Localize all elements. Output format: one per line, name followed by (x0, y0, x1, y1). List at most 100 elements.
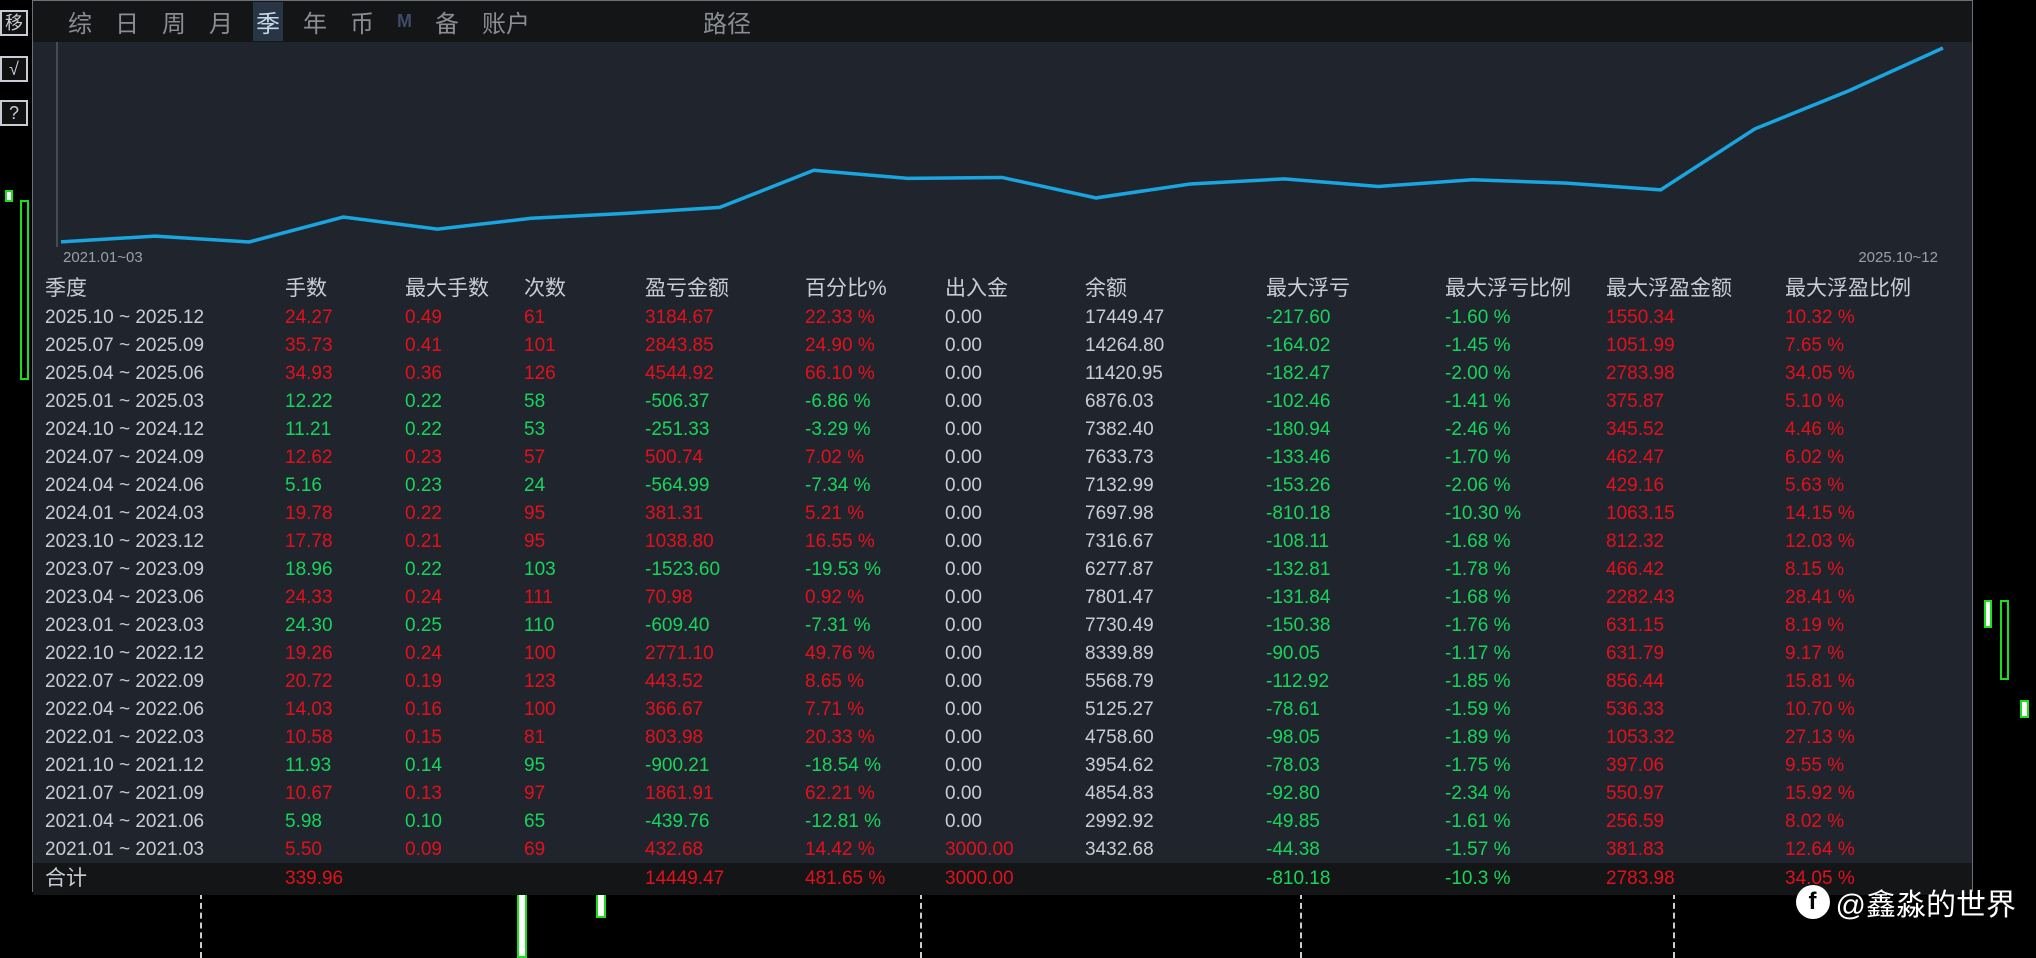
table-row[interactable]: 2025.04 ~ 2025.06 34.93 0.36 126 4544.92 66.1… (33, 360, 1972, 388)
x-tick-label: 2021.01~03 (63, 249, 143, 266)
grid-line (1673, 893, 1675, 958)
table-cell: -90.05 (1266, 643, 1320, 664)
table-cell: -102.46 (1266, 391, 1331, 412)
table-row[interactable]: 2021.01 ~ 2021.03 5.50 0.09 69 432.68 14.42 %… (33, 836, 1972, 864)
tab-3[interactable]: 月 (206, 2, 236, 41)
table-row[interactable]: 2023.10 ~ 2023.12 17.78 0.21 95 1038.80 16.55… (33, 528, 1972, 556)
table-cell: 0.14 (405, 755, 442, 776)
table-cell: -2.06 % (1445, 475, 1511, 496)
table-cell: 103 (524, 559, 556, 580)
column-header: 出入金 (945, 277, 1008, 300)
table-cell: 15.81 % (1785, 671, 1855, 692)
candlestick (2000, 600, 2009, 680)
table-cell: 14.03 (285, 699, 333, 720)
table-cell: 0.13 (405, 783, 442, 804)
table-cell: 20.72 (285, 671, 333, 692)
table-cell: 2024.10 ~ 2024.12 (45, 419, 205, 440)
table-row[interactable]: 2022.01 ~ 2022.03 10.58 0.15 81 803.98 20.33 … (33, 724, 1972, 752)
column-header: 最大浮盈比例 (1785, 277, 1911, 300)
table-cell: 3000.00 (945, 839, 1014, 860)
grid-line (1300, 893, 1302, 958)
table-cell: 0.00 (945, 419, 982, 440)
table-cell: -1.70 % (1445, 447, 1511, 468)
tab-9[interactable]: 账户 (479, 2, 533, 41)
table-cell: -19.53 % (805, 559, 882, 580)
candlestick (5, 190, 13, 202)
table-row[interactable]: 2021.04 ~ 2021.06 5.98 0.10 65 -439.76 -12.81… (33, 808, 1972, 836)
column-header: 余额 (1085, 277, 1127, 300)
tab-0[interactable]: 综 (65, 2, 95, 41)
table-cell: 856.44 (1606, 671, 1665, 692)
table-row[interactable]: 2024.07 ~ 2024.09 12.62 0.23 57 500.74 7.02 %… (33, 444, 1972, 472)
table-cell: 2022.07 ~ 2022.09 (45, 671, 205, 692)
table-cell: -6.86 % (805, 391, 871, 412)
table-cell: 0.92 % (805, 587, 865, 608)
table-cell: 7697.98 (1085, 503, 1154, 524)
table-cell: -92.80 (1266, 783, 1320, 804)
table-cell: 0.00 (945, 587, 982, 608)
table-cell: -132.81 (1266, 559, 1331, 580)
table-cell: 256.59 (1606, 811, 1665, 832)
table-row[interactable]: 2022.07 ~ 2022.09 20.72 0.19 123 443.52 8.65 … (33, 668, 1972, 696)
table-row[interactable]: 2023.01 ~ 2023.03 24.30 0.25 110 -609.40 -7.3… (33, 612, 1972, 640)
table-row[interactable]: 2025.07 ~ 2025.09 35.73 0.41 101 2843.85 24.9… (33, 332, 1972, 360)
help-button[interactable]: ? (0, 100, 28, 126)
table-cell: -182.47 (1266, 363, 1331, 384)
table-row[interactable]: 2024.01 ~ 2024.03 19.78 0.22 95 381.31 5.21 %… (33, 500, 1972, 528)
table-row[interactable]: 2024.04 ~ 2024.06 5.16 0.23 24 -564.99 -7.34 … (33, 472, 1972, 500)
table-cell: 0.19 (405, 671, 442, 692)
table-cell: 12.62 (285, 447, 333, 468)
table-cell: -18.54 % (805, 755, 882, 776)
table-cell: 812.32 (1606, 531, 1665, 552)
table-cell: 1063.15 (1606, 503, 1675, 524)
table-cell: 0.24 (405, 643, 442, 664)
table-row[interactable]: 2024.10 ~ 2024.12 11.21 0.22 53 -251.33 -3.29… (33, 416, 1972, 444)
table-row[interactable]: 2022.10 ~ 2022.12 19.26 0.24 100 2771.10 49.7… (33, 640, 1972, 668)
check-button[interactable]: √ (0, 56, 28, 82)
table-cell: 0.00 (945, 811, 982, 832)
tab-path[interactable]: 路径 (700, 2, 754, 41)
totals-cell: -810.18 (1266, 868, 1331, 889)
tab-5[interactable]: 年 (300, 2, 330, 41)
table-cell: 375.87 (1606, 391, 1665, 412)
table-cell: 3954.62 (1085, 755, 1154, 776)
table-cell: -12.81 % (805, 811, 882, 832)
table-cell: -251.33 (645, 419, 710, 440)
table-row[interactable]: 2023.04 ~ 2023.06 24.33 0.24 111 70.98 0.92 %… (33, 584, 1972, 612)
table-cell: -1.17 % (1445, 643, 1511, 664)
table-cell: 0.36 (405, 363, 442, 384)
move-button[interactable]: 移 (0, 10, 28, 36)
table-cell: 5.10 % (1785, 391, 1845, 412)
grid-line (920, 893, 922, 958)
table-cell: 1053.32 (1606, 727, 1675, 748)
table-cell: 0.00 (945, 671, 982, 692)
table-cell: 11420.95 (1085, 363, 1163, 384)
tab-6[interactable]: 币 (347, 2, 377, 41)
tab-8[interactable]: 备 (432, 2, 462, 41)
table-cell: 14.15 % (1785, 503, 1855, 524)
table-cell: 14.42 % (805, 839, 875, 860)
table-row[interactable]: 2021.10 ~ 2021.12 11.93 0.14 95 -900.21 -18.5… (33, 752, 1972, 780)
table-cell: 20.33 % (805, 727, 875, 748)
table-cell: 0.00 (945, 727, 982, 748)
table-cell: 12.64 % (1785, 839, 1855, 860)
table-cell: 0.00 (945, 699, 982, 720)
table-row[interactable]: 2025.01 ~ 2025.03 12.22 0.22 58 -506.37 -6.86… (33, 388, 1972, 416)
tab-2[interactable]: 周 (159, 2, 189, 41)
tab-7[interactable]: M (394, 9, 415, 34)
table-cell: 34.93 (285, 363, 333, 384)
table-row[interactable]: 2025.10 ~ 2025.12 24.27 0.49 61 3184.67 22.33… (33, 304, 1972, 332)
tab-1[interactable]: 日 (112, 2, 142, 41)
table-row[interactable]: 2021.07 ~ 2021.09 10.67 0.13 97 1861.91 62.21… (33, 780, 1972, 808)
table-cell: -44.38 (1266, 839, 1320, 860)
table-row[interactable]: 2022.04 ~ 2022.06 14.03 0.16 100 366.67 7.71 … (33, 696, 1972, 724)
table-cell: 4854.83 (1085, 783, 1154, 804)
table-cell: 0.00 (945, 615, 982, 636)
tab-4[interactable]: 季 (253, 2, 283, 41)
table-cell: 7.71 % (805, 699, 865, 720)
table-cell: -1.41 % (1445, 391, 1511, 412)
table-cell: 126 (524, 363, 556, 384)
table-row[interactable]: 2023.07 ~ 2023.09 18.96 0.22 103 -1523.60 -19… (33, 556, 1972, 584)
table-cell: -150.38 (1266, 615, 1331, 636)
table-cell: 0.00 (945, 307, 982, 328)
